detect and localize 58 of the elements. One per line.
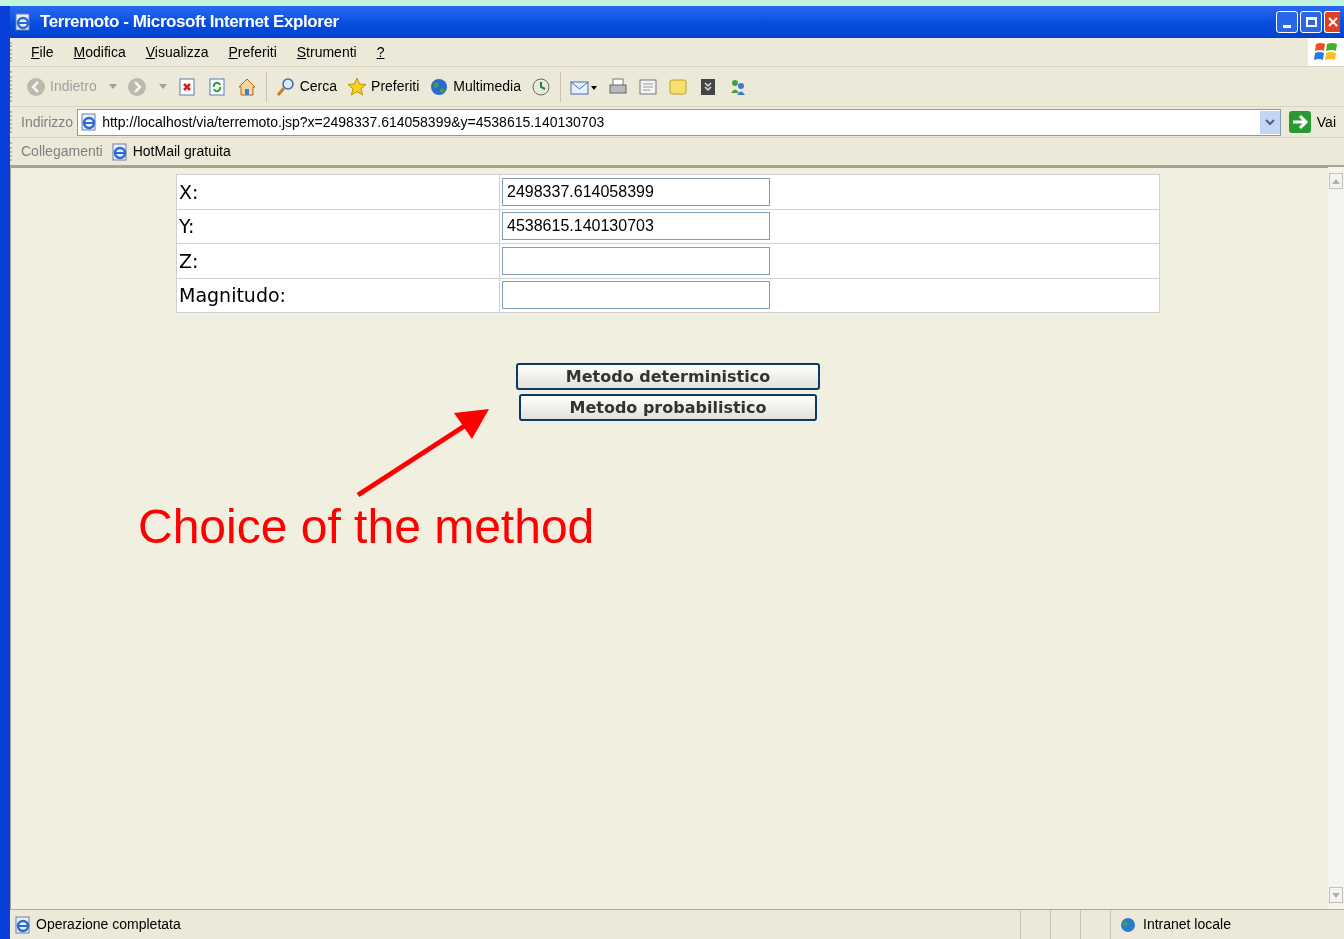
dropdown-button[interactable] <box>1259 110 1280 134</box>
triangle-down-icon <box>1332 892 1340 898</box>
zone-label: Intranet locale <box>1143 915 1231 934</box>
caret-icon <box>158 83 167 90</box>
method-button[interactable]: Metodo deterministico <box>515 363 821 390</box>
menu-item[interactable]: Visualizza <box>135 41 219 63</box>
scrollbar[interactable] <box>1328 167 1344 909</box>
go-button[interactable]: Vai <box>1280 111 1344 133</box>
document-icon <box>638 76 658 97</box>
minimize-button[interactable] <box>1276 11 1298 33</box>
toolbar-button[interactable]: Preferiti <box>342 71 425 102</box>
menu-item[interactable]: ? <box>366 41 395 63</box>
search-icon <box>275 76 296 97</box>
stop-icon <box>176 76 197 97</box>
triangle-up-icon <box>1332 178 1340 184</box>
window-icon <box>14 13 32 31</box>
close-button[interactable] <box>1324 11 1340 33</box>
address-label: Indirizzo <box>21 112 74 132</box>
chevron-down-icon <box>1264 118 1275 126</box>
text-field[interactable]: 4538615.140130703 <box>502 212 770 241</box>
toolbar-button[interactable]: Multimedia <box>424 71 526 102</box>
scroll-down-button[interactable] <box>1329 887 1343 903</box>
menu-item[interactable]: Preferiti <box>218 41 287 63</box>
menu-item[interactable]: Strumenti <box>286 41 367 63</box>
method-button[interactable]: Metodo probabilistico <box>519 394 817 421</box>
field-label: Magnitudo: <box>176 278 500 313</box>
windows-logo <box>1308 38 1344 66</box>
field-label: Z: <box>176 243 500 278</box>
page-icon <box>14 915 32 934</box>
window-title: Terremoto - Microsoft Internet Explorer <box>40 11 339 34</box>
star-icon <box>347 76 368 97</box>
text-field[interactable]: 2498337.614058399 <box>502 177 770 206</box>
address-field[interactable]: http://localhost/via/terremoto.jsp?x=2498337.614058399&y=4538615.140130703 <box>77 108 1281 136</box>
menu-item[interactable]: File <box>21 41 64 63</box>
close-icon <box>1327 17 1338 27</box>
links-label: Collegamenti <box>21 142 103 161</box>
refresh-icon <box>206 76 227 97</box>
link-button[interactable]: HotMail gratuita <box>110 141 231 162</box>
scroll-up-button[interactable] <box>1329 173 1343 189</box>
toolbar-button[interactable]: Cerca <box>270 71 343 102</box>
caret-icon <box>108 83 117 90</box>
field-label: X: <box>176 174 500 209</box>
printer-icon <box>608 76 628 97</box>
page-icon <box>110 142 129 161</box>
note-icon <box>668 76 688 97</box>
text-field[interactable] <box>502 246 770 275</box>
house-icon <box>236 76 257 97</box>
text-field[interactable] <box>502 281 770 310</box>
menu-item[interactable]: Modifica <box>63 41 136 63</box>
book-icon <box>698 76 718 97</box>
arrow-right-icon <box>1288 111 1311 133</box>
annotation-text: Choice of the method <box>138 499 595 555</box>
field-label: Y: <box>176 209 500 244</box>
globe-icon <box>429 76 450 97</box>
maximize-button[interactable] <box>1300 11 1322 33</box>
history-icon <box>531 76 551 97</box>
status-message: Operazione completata <box>36 915 181 934</box>
page-icon <box>80 113 99 131</box>
